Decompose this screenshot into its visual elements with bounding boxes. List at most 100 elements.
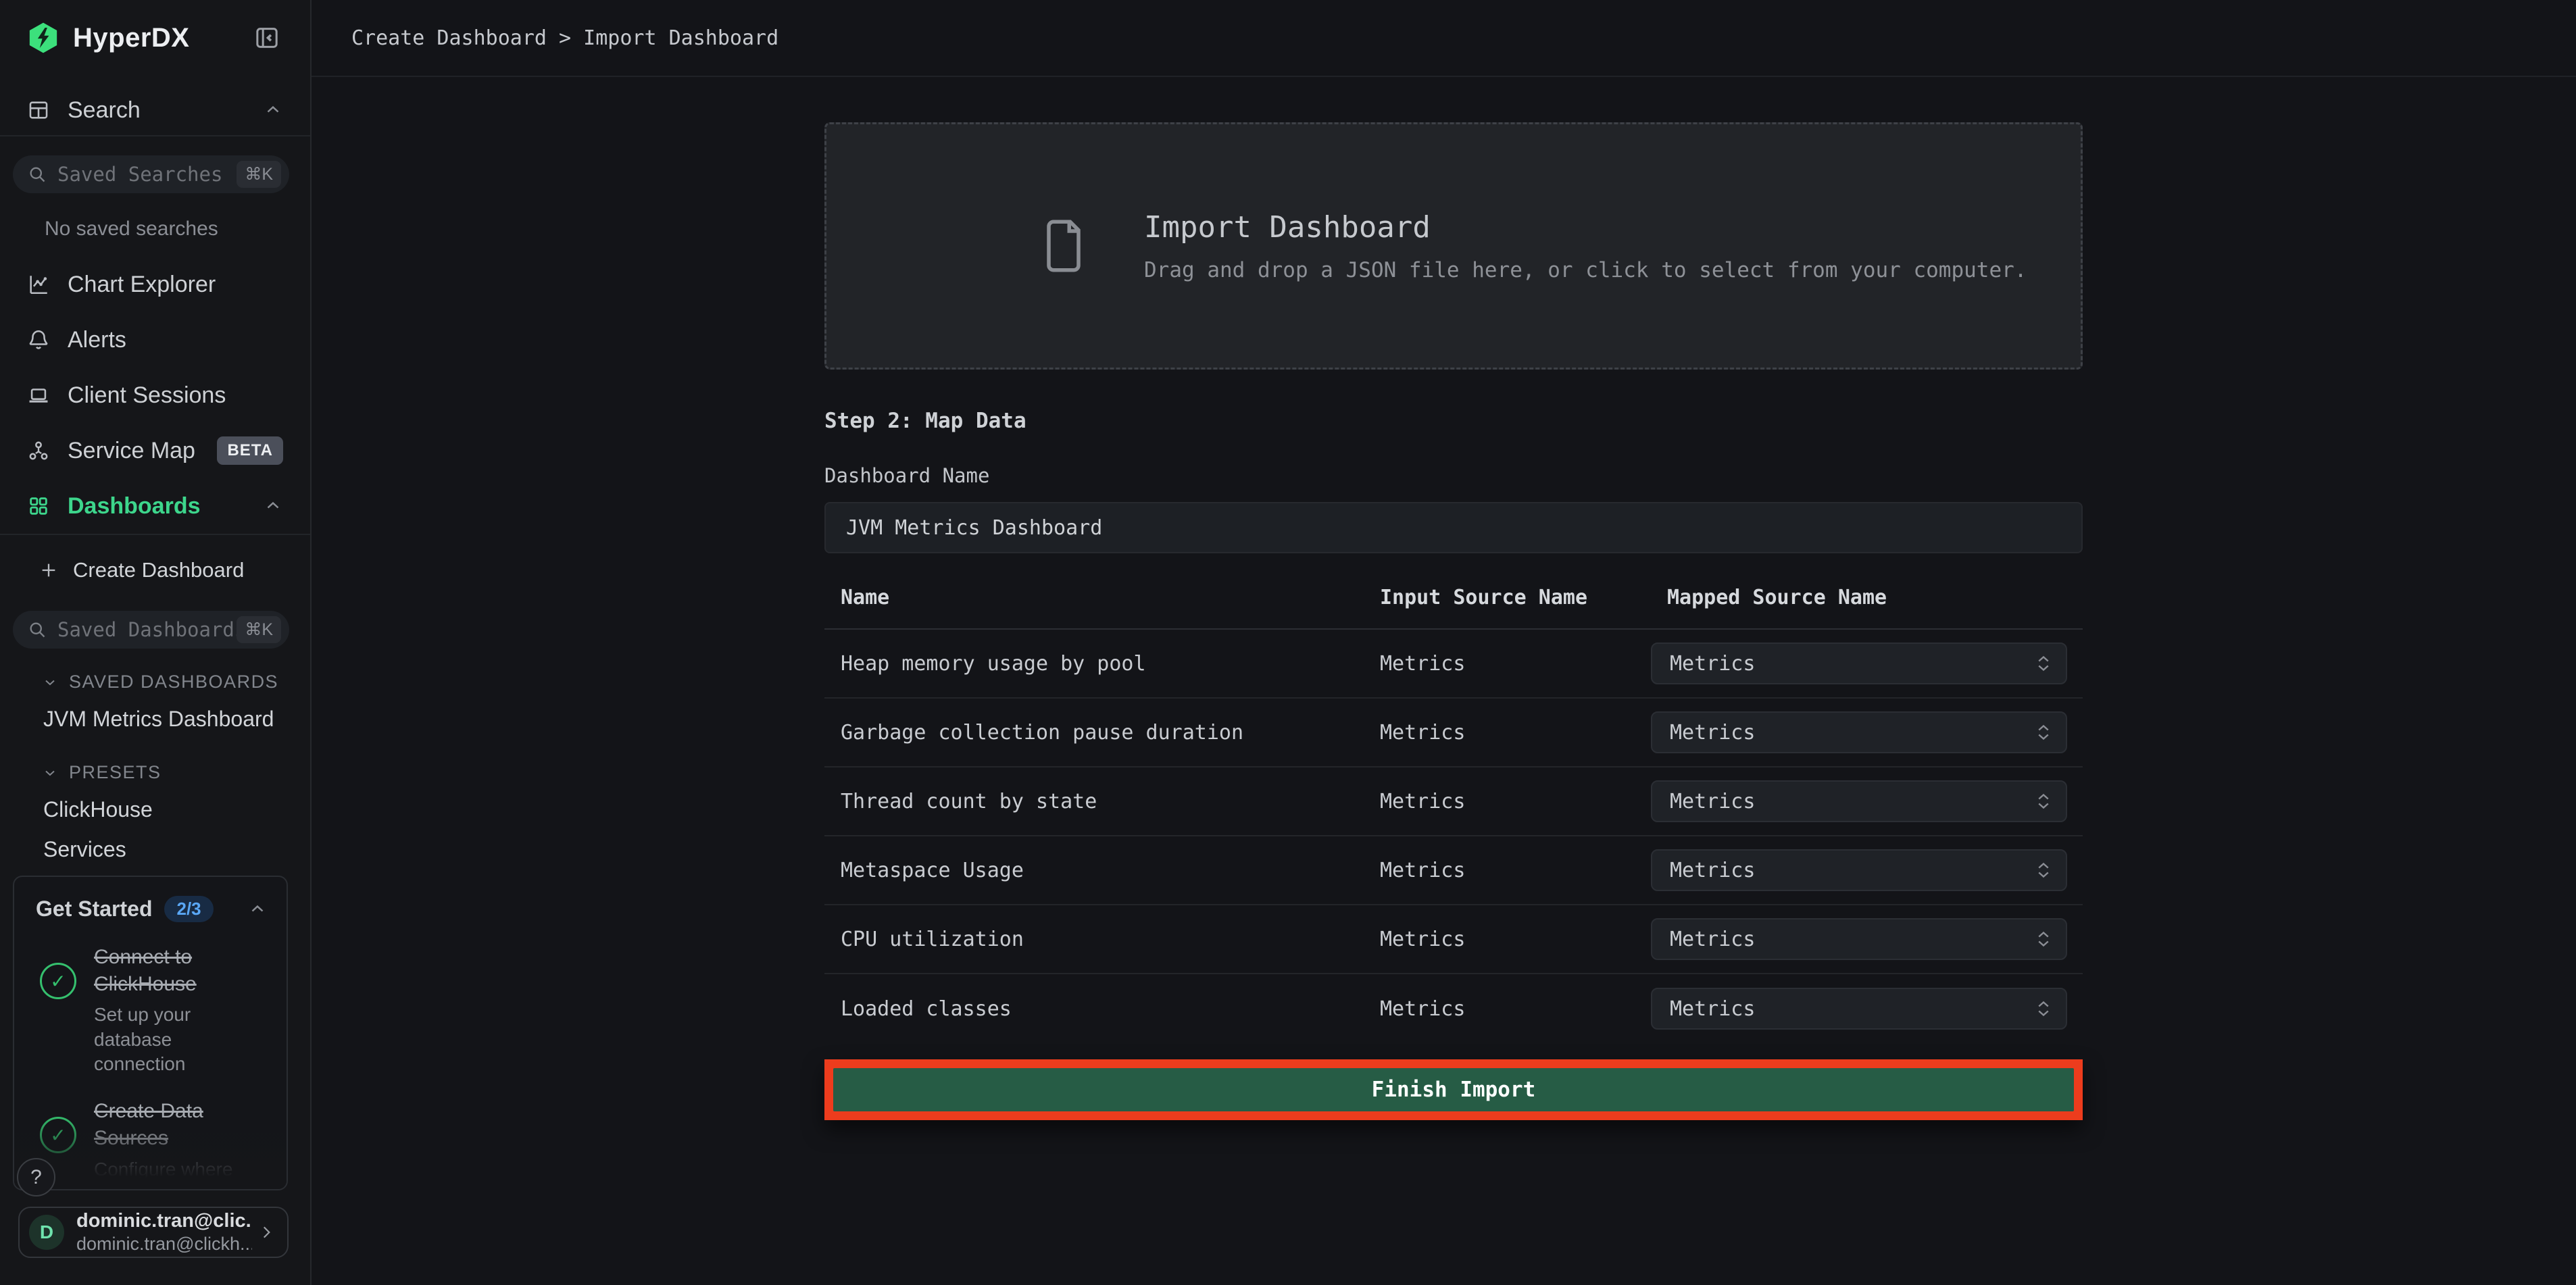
column-header-name: Name [824,586,1364,609]
sidebar: HyperDX Search Saved Searches ⌘K No save… [0,0,312,1285]
task-title: Create Data Sources [94,1098,265,1151]
sidebar-item-label: Client Sessions [68,382,283,409]
preset-item-services[interactable]: Services [0,830,310,870]
content: Import Dashboard Drag and drop a JSON fi… [312,77,2576,1285]
selected-value: Metrics [1670,790,2037,813]
search-icon [28,165,47,184]
dashboard-name-label: Dashboard Name [824,464,2083,487]
search-group-header[interactable]: Search [0,85,310,135]
group-label: SAVED DASHBOARDS [69,672,278,692]
get-started-header[interactable]: Get Started 2/3 [14,877,287,926]
sidebar-collapse-icon[interactable] [248,19,286,57]
search-group-label: Search [68,97,263,124]
selected-value: Metrics [1670,997,2037,1021]
select-chevrons-icon [2037,862,2050,878]
help-button[interactable]: ? [17,1158,55,1196]
mapped-source-select[interactable]: Metrics [1651,988,2067,1030]
preset-item-clickhouse[interactable]: ClickHouse [0,790,310,830]
shortcut-badge: ⌘K [237,616,281,643]
table-row: Garbage collection pause duration Metric… [824,699,2083,767]
get-started-card: Get Started 2/3 ✓ Connect to ClickHouse … [13,876,288,1190]
bell-icon [27,328,50,351]
mapped-source-select[interactable]: Metrics [1651,642,2067,684]
hyperdx-logo-icon [28,22,58,54]
chart-name: Loaded classes [824,997,1364,1021]
chart-explorer-icon [27,273,50,296]
beta-badge: BETA [217,436,283,465]
table-header-row: Name Input Source Name Mapped Source Nam… [824,557,2083,630]
mapped-source-select[interactable]: Metrics [1651,849,2067,891]
dashboard-item-jvm-metrics[interactable]: JVM Metrics Dashboard [0,699,310,739]
input-source-name: Metrics [1364,790,1651,813]
search-icon [28,620,47,639]
step-label: Step 2: Map Data [824,409,2083,433]
breadcrumb-create-dashboard[interactable]: Create Dashboard [351,26,547,50]
saved-searches-input[interactable]: Saved Searches ⌘K [13,155,289,193]
finish-import-button[interactable]: Finish Import [833,1068,2074,1111]
saved-searches-placeholder: Saved Searches [57,163,237,186]
chart-name: CPU utilization [824,928,1364,951]
mapped-source-select[interactable]: Metrics [1651,780,2067,822]
user-name: dominic.tran@clic... [76,1210,252,1232]
logo-row: HyperDX [0,0,310,76]
main-area: Create Dashboard > Import Dashboard Impo… [312,0,2576,1285]
progress-badge: 2/3 [164,896,213,922]
user-email: dominic.tran@clickh... [76,1234,252,1255]
saved-dashboards-input[interactable]: Saved Dashboards ⌘K [13,611,289,649]
column-header-input-source: Input Source Name [1364,586,1651,609]
table-row: Thread count by state Metrics Metrics [824,767,2083,836]
saved-dashboards-group-header[interactable]: SAVED DASHBOARDS [0,649,310,699]
sidebar-item-alerts[interactable]: Alerts [0,312,310,368]
plus-icon [39,561,58,580]
import-dropzone[interactable]: Import Dashboard Drag and drop a JSON fi… [824,122,2083,370]
dashboard-name-input[interactable]: JVM Metrics Dashboard [824,502,2083,553]
sidebar-item-chart-explorer[interactable]: Chart Explorer [0,257,310,312]
chevron-up-icon [247,899,268,919]
create-dashboard-button[interactable]: Create Dashboard [0,549,310,592]
get-started-item-connect[interactable]: ✓ Connect to ClickHouse Set up your data… [14,926,287,1080]
user-menu[interactable]: D dominic.tran@clic... dominic.tran@clic… [18,1207,289,1258]
selected-value: Metrics [1670,928,2037,951]
chevron-right-icon [257,1224,275,1241]
app-root: HyperDX Search Saved Searches ⌘K No save… [0,0,2576,1285]
no-saved-searches-text: No saved searches [0,193,310,253]
task-subtitle: Configure where your data comes from [94,1157,265,1190]
avatar: D [29,1215,64,1250]
saved-dashboards-placeholder: Saved Dashboards [57,618,237,641]
breadcrumb-separator: > [559,26,583,50]
sidebar-item-client-sessions[interactable]: Client Sessions [0,368,310,423]
select-chevrons-icon [2037,655,2050,672]
mapped-source-select[interactable]: Metrics [1651,918,2067,960]
table-body: Heap memory usage by pool Metrics Metric… [824,630,2083,1043]
chevron-down-icon [42,765,58,781]
chart-name: Garbage collection pause duration [824,721,1364,745]
file-icon [1041,217,1086,275]
sidebar-item-label: Chart Explorer [68,272,283,298]
chevron-down-icon [42,674,58,690]
input-source-name: Metrics [1364,997,1651,1021]
task-subtitle: Set up your database connection [94,1003,265,1076]
service-map-icon [27,439,50,462]
shortcut-badge: ⌘K [237,161,281,188]
laptop-icon [27,384,50,407]
chevron-up-icon [263,496,283,516]
search-section-icon [27,99,50,122]
annotation-highlight: Finish Import [824,1059,2083,1120]
mapped-source-select[interactable]: Metrics [1651,711,2067,753]
presets-group-header[interactable]: PRESETS [0,739,310,790]
dashboards-panel: Create Dashboard Saved Dashboards ⌘K SAV… [0,535,310,909]
input-source-name: Metrics [1364,652,1651,676]
check-circle-icon: ✓ [40,963,76,999]
breadcrumb-import-dashboard: Import Dashboard [583,26,778,50]
select-chevrons-icon [2037,931,2050,947]
select-chevrons-icon [2037,1001,2050,1017]
select-chevrons-icon [2037,724,2050,740]
sidebar-item-dashboards[interactable]: Dashboards [0,478,310,534]
input-source-name: Metrics [1364,859,1651,882]
sidebar-item-service-map[interactable]: Service Map BETA [0,423,310,478]
table-row: CPU utilization Metrics Metrics [824,905,2083,974]
app-title: HyperDX [73,23,248,53]
input-source-name: Metrics [1364,721,1651,745]
selected-value: Metrics [1670,721,2037,745]
selected-value: Metrics [1670,652,2037,676]
